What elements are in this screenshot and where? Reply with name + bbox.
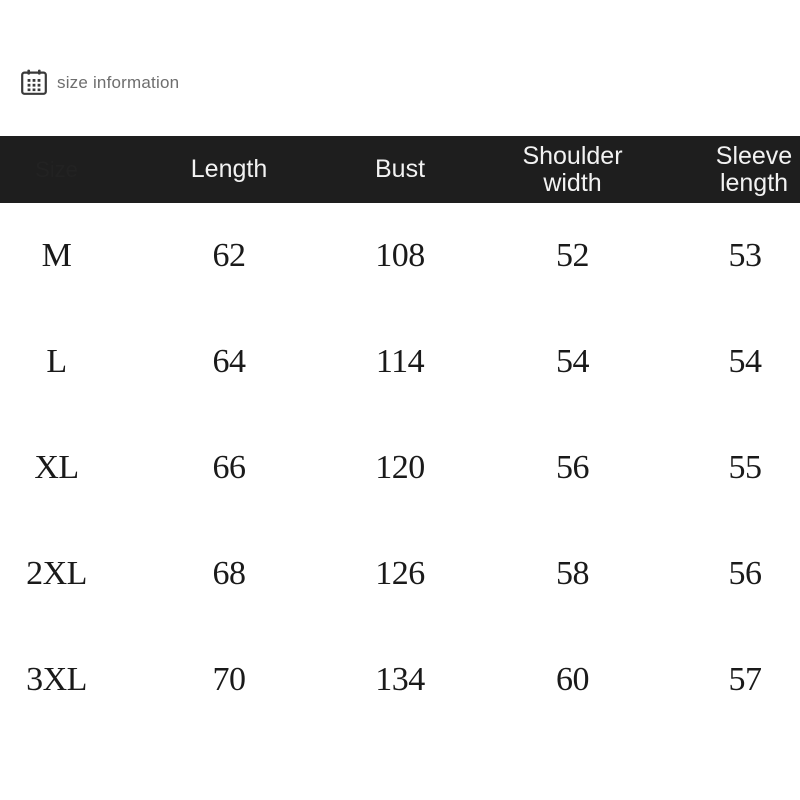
cell-shoulder-width: 58: [556, 555, 590, 592]
cell-size: M: [41, 237, 72, 274]
table-row: M 62 108 52 53: [0, 203, 800, 309]
column-header-length: Length: [190, 155, 268, 183]
cell-bust: 114: [375, 343, 425, 380]
cell-shoulder-width: 60: [556, 661, 590, 698]
calendar-icon: [20, 68, 48, 96]
cell-length: 64: [212, 343, 247, 380]
cell-shoulder-width: 54: [556, 343, 590, 380]
cell-sleeve-length: 57: [728, 661, 763, 698]
cell-sleeve-length: 54: [728, 343, 763, 380]
column-header-sleeve-length: Sleeve length: [715, 141, 793, 197]
cell-length: 70: [212, 661, 247, 698]
cell-length: 62: [212, 237, 247, 274]
size-information-page: size information Size Length Bust Should…: [0, 0, 800, 800]
cell-sleeve-length: 53: [728, 237, 763, 274]
table-row: L 64 114 54 54: [0, 309, 800, 415]
size-information-caption: size information: [20, 62, 179, 102]
cell-length: 68: [212, 555, 247, 592]
cell-size: 2XL: [26, 555, 87, 592]
cell-shoulder-width: 56: [556, 449, 590, 486]
column-header-size: Size: [35, 156, 78, 182]
size-information-label: size information: [57, 72, 180, 92]
cell-bust: 120: [375, 449, 425, 486]
table-row: 2XL 68 126 58 56: [0, 521, 800, 627]
cell-shoulder-width: 52: [556, 237, 590, 274]
cell-bust: 126: [375, 555, 425, 592]
table-row: 3XL 70 134 60 57: [0, 627, 800, 733]
size-chart-header: Size Length Bust Shoulder width Sleeve l…: [0, 136, 800, 203]
column-header-shoulder-width: Shoulder width: [522, 141, 623, 197]
cell-size: XL: [34, 449, 79, 486]
size-chart-table: Size Length Bust Shoulder width Sleeve l…: [0, 136, 800, 733]
table-row: XL 66 120 56 55: [0, 415, 800, 521]
cell-length: 66: [212, 449, 247, 486]
cell-bust: 108: [375, 237, 425, 274]
cell-sleeve-length: 55: [728, 449, 763, 486]
size-chart-body: M 62 108 52 53 L 64 114 54 54 XL 66 120 …: [0, 203, 800, 733]
table-header-row: Size Length Bust Shoulder width Sleeve l…: [0, 136, 800, 203]
cell-bust: 134: [375, 661, 425, 698]
cell-size: L: [46, 343, 67, 380]
column-header-bust: Bust: [374, 155, 426, 183]
cell-sleeve-length: 56: [728, 555, 763, 592]
cell-size: 3XL: [26, 661, 87, 698]
